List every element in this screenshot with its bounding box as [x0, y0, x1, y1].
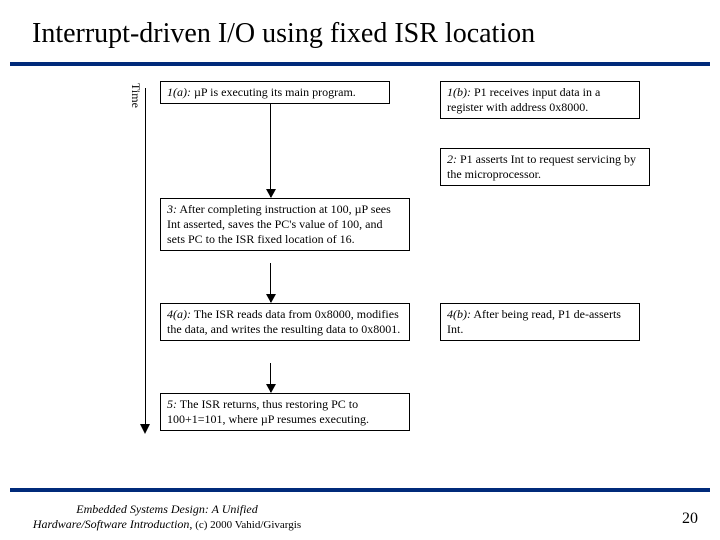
step-3-box: 3: After completing instruction at 100, … — [160, 198, 410, 251]
step-4a-text: The ISR reads data from 0x8000, modifies… — [167, 307, 400, 336]
arrow-1a-to-3 — [270, 103, 271, 197]
divider-top — [10, 62, 710, 66]
time-axis-arrowhead — [140, 424, 150, 434]
arrow-4a-to-5 — [270, 363, 271, 392]
step-1a-lead: 1(a): — [167, 85, 191, 99]
step-1a-box: 1(a): µP is executing its main program. — [160, 81, 390, 104]
step-2-lead: 2: — [447, 152, 457, 166]
footer-line2: Hardware/Software Introduction, — [33, 517, 193, 531]
diagram-area: Time 1(a): µP is executing its main prog… — [10, 78, 710, 448]
step-4b-text: After being read, P1 de-asserts Int. — [447, 307, 621, 336]
footer-copyright: (c) 2000 Vahid/Givargis — [192, 519, 301, 531]
step-4a-box: 4(a): The ISR reads data from 0x8000, mo… — [160, 303, 410, 341]
step-4a-lead: 4(a): — [167, 307, 191, 321]
divider-bottom — [10, 488, 710, 492]
page-number: 20 — [682, 510, 698, 532]
time-axis-line — [145, 88, 146, 428]
footer-citation: Embedded Systems Design: A Unified Hardw… — [22, 502, 312, 532]
step-4b-box: 4(b): After being read, P1 de-asserts In… — [440, 303, 640, 341]
page-title: Interrupt-driven I/O using fixed ISR loc… — [0, 0, 720, 62]
step-1b-lead: 1(b): — [447, 85, 471, 99]
arrow-3-to-4a — [270, 263, 271, 302]
step-4b-lead: 4(b): — [447, 307, 471, 321]
step-2-text: P1 asserts Int to request servicing by t… — [447, 152, 636, 181]
step-1a-text: µP is executing its main program. — [191, 85, 356, 99]
step-3-lead: 3: — [167, 202, 177, 216]
footer-line1: Embedded Systems Design: A Unified — [76, 502, 258, 516]
step-5-text: The ISR returns, thus restoring PC to 10… — [167, 397, 369, 426]
step-5-lead: 5: — [167, 397, 177, 411]
step-3-text: After completing instruction at 100, µP … — [167, 202, 391, 246]
step-1b-box: 1(b): P1 receives input data in a regist… — [440, 81, 640, 119]
footer: Embedded Systems Design: A Unified Hardw… — [0, 502, 720, 532]
step-2-box: 2: P1 asserts Int to request servicing b… — [440, 148, 650, 186]
step-5-box: 5: The ISR returns, thus restoring PC to… — [160, 393, 410, 431]
time-axis-label: Time — [128, 83, 143, 108]
